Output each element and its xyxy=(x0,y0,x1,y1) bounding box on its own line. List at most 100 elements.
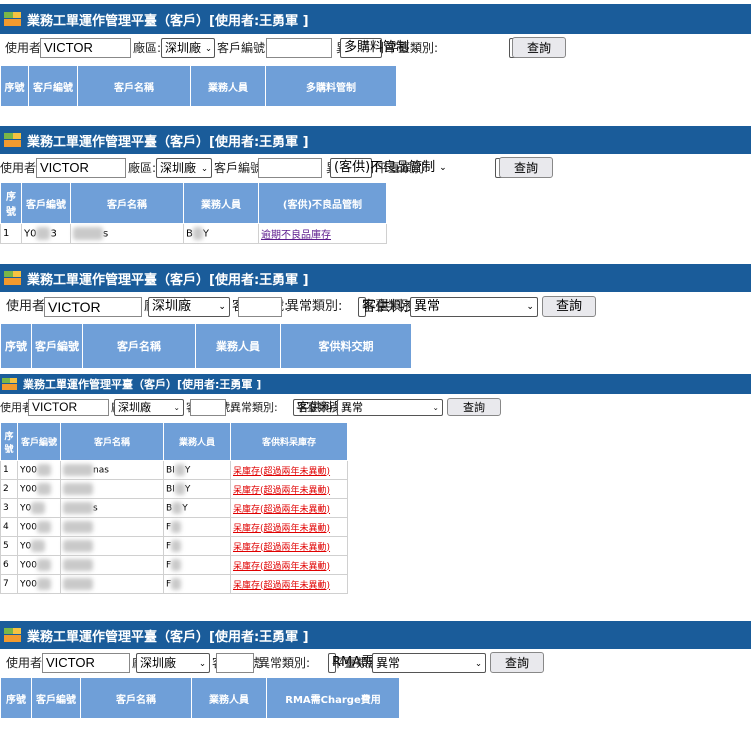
exception-detail-link[interactable]: 呆庫存(超過兩年未異動) xyxy=(233,524,330,534)
customer-no-input[interactable] xyxy=(190,399,226,416)
query-button[interactable]: 查詢 xyxy=(512,37,566,58)
factory-select[interactable]: 深圳廠 ⌄ xyxy=(136,653,210,673)
exception-link-cell: 呆庫存(超過兩年未異動) xyxy=(230,574,348,594)
page-title: 業務工單運作管理平臺（客戶）[使用者:王勇軍 ] xyxy=(27,13,309,29)
result-table: 序號 客戶編號 客戶名稱 業務人員 客供料交期 xyxy=(0,323,412,369)
customer-no-prefix: Y00 xyxy=(20,484,37,495)
user-input[interactable]: VICTOR xyxy=(42,653,130,673)
table-row[interactable]: 2 Y00 BI Y 呆庫存(超過兩年未異動) xyxy=(0,479,348,499)
page-title: 業務工單運作管理平臺（客戶）[使用者:王勇軍 ] xyxy=(27,629,309,645)
redacted-block xyxy=(174,483,185,495)
sales-person-cell: F xyxy=(163,574,231,594)
table-header-row: 序號 客戶編號 客戶名稱 業務人員 客供料呆庫存 xyxy=(0,422,348,461)
table-row[interactable]: 4 Y00 F 呆庫存(超過兩年未異動) xyxy=(0,517,348,537)
exception-detail-link[interactable]: 逾期不良品庫存 xyxy=(261,230,331,241)
table-row[interactable]: 3 Y0 s B Y 呆庫存(超過兩年未異動) xyxy=(0,498,348,518)
customer-name-cell: nas xyxy=(60,460,164,480)
exception-select[interactable]: 多購料管制 ⌄ xyxy=(340,38,421,58)
row-number: 7 xyxy=(0,574,18,594)
query-button[interactable]: 查詢 xyxy=(499,157,553,178)
chevron-down-icon: ⌄ xyxy=(198,658,206,668)
platform-select[interactable]: 異常 ⌄ xyxy=(337,399,443,416)
customer-no-prefix: Y00 xyxy=(20,522,37,533)
platform-select[interactable]: 異常 ⌄ xyxy=(372,653,486,673)
row-number: 1 xyxy=(0,460,18,480)
user-input[interactable]: VICTOR xyxy=(44,297,142,317)
customer-name-cell xyxy=(60,479,164,499)
column-header: 序號 xyxy=(0,65,29,107)
result-table: 序號 客戶編號 客戶名稱 業務人員 多購料管制 xyxy=(0,65,397,107)
row-number: 5 xyxy=(0,536,18,556)
customer-no-input[interactable] xyxy=(216,653,254,673)
column-header: 客戶名稱 xyxy=(70,182,184,224)
customer-name-cell: s xyxy=(70,223,184,244)
factory-select[interactable]: 深圳廠 ⌄ xyxy=(114,399,184,416)
column-header: 客供料交期 xyxy=(280,323,412,369)
user-input[interactable]: VICTOR xyxy=(28,399,109,416)
user-input[interactable]: VICTOR xyxy=(40,38,131,58)
table-row[interactable]: 1 Y0 3 s B Y 逾期不良品庫存 xyxy=(0,223,387,244)
factory-select[interactable]: 深圳廠 ⌄ xyxy=(148,297,230,317)
customer-no-cell: Y00 xyxy=(17,517,61,537)
redacted-block xyxy=(63,578,93,590)
chevron-down-icon: ⌄ xyxy=(432,403,439,412)
customer-no-prefix: Y0 xyxy=(20,541,32,552)
customer-no-input[interactable] xyxy=(258,158,322,178)
factory-select[interactable]: 深圳廠 ⌄ xyxy=(156,158,212,178)
table-row[interactable]: 5 Y0 F 呆庫存(超過兩年未異動) xyxy=(0,536,348,556)
table-row[interactable]: 7 Y00 F 呆庫存(超過兩年未異動) xyxy=(0,574,348,594)
customer-no-cell: Y00 xyxy=(17,574,61,594)
exception-link-cell: 呆庫存(超過兩年未異動) xyxy=(230,555,348,575)
user-label: 使用者: xyxy=(0,161,41,175)
customer-no-cell: Y00 xyxy=(17,555,61,575)
customer-no-cell: Y0 3 xyxy=(21,223,71,244)
row-number: 3 xyxy=(0,498,18,518)
chevron-down-icon: ⌄ xyxy=(218,302,226,312)
row-number: 1 xyxy=(0,223,22,244)
customer-name-suffix: s xyxy=(93,503,98,514)
sales-suffix: Y xyxy=(184,465,191,476)
title-bar: 業務工單運作管理平臺（客戶）[使用者:王勇軍 ] xyxy=(0,126,751,154)
result-table: 序號 客戶編號 客戶名稱 業務人員 RMA需Charge費用 xyxy=(0,677,400,719)
customer-no-cell: Y00 xyxy=(17,479,61,499)
customer-no-cell: Y0 xyxy=(17,498,61,518)
user-input[interactable]: VICTOR xyxy=(36,158,126,178)
exception-link-cell: 呆庫存(超過兩年未異動) xyxy=(230,517,348,537)
customer-no-prefix: Y00 xyxy=(20,465,37,476)
query-button[interactable]: 查詢 xyxy=(490,652,544,673)
exception-detail-link[interactable]: 呆庫存(超過兩年未異動) xyxy=(233,581,330,591)
exception-select[interactable]: (客供)不良品管制 ⌄ xyxy=(330,158,447,178)
column-header: 客供料呆庫存 xyxy=(230,422,348,461)
column-header: 業務人員 xyxy=(191,677,267,719)
table-row[interactable]: 1 Y00 nas BI Y 呆庫存(超過兩年未異動) xyxy=(0,460,348,480)
redacted-block xyxy=(172,502,183,514)
platform-label: 平臺類別: xyxy=(386,41,439,55)
sales-person-cell: F xyxy=(163,536,231,556)
customer-no-input[interactable] xyxy=(238,297,282,317)
title-bar: 業務工單運作管理平臺（客戶）[使用者:王勇軍 ] xyxy=(0,4,751,34)
customer-no-input[interactable] xyxy=(266,38,332,58)
app-logo-icon xyxy=(4,12,21,26)
filter-row: 使用者:VICTOR廠區:深圳廠⌄客戶編號:異常類別:(客供)不良品管制⌄平臺類… xyxy=(0,157,751,178)
exception-detail-link[interactable]: 呆庫存(超過兩年未異動) xyxy=(233,467,330,477)
customer-no-prefix: Y0 xyxy=(20,503,32,514)
customer-no-cell: Y00 xyxy=(17,460,61,480)
chevron-down-icon: ⌄ xyxy=(173,403,180,412)
customer-no-prefix: Y00 xyxy=(20,579,37,590)
exception-detail-link[interactable]: 呆庫存(超過兩年未異動) xyxy=(233,543,330,553)
platform-select[interactable]: 異常 ⌄ xyxy=(410,297,538,317)
factory-select[interactable]: 深圳廠 ⌄ xyxy=(161,38,215,58)
platform-select-value: 異常 xyxy=(414,299,441,314)
sales-person-cell: F xyxy=(163,517,231,537)
exception-detail-link[interactable]: 呆庫存(超過兩年未異動) xyxy=(233,505,330,515)
exception-detail-link[interactable]: 呆庫存(超過兩年未異動) xyxy=(233,486,330,496)
chevron-down-icon: ⌄ xyxy=(526,302,534,312)
query-button[interactable]: 查詢 xyxy=(447,398,501,416)
table-row[interactable]: 6 Y00 F 呆庫存(超過兩年未異動) xyxy=(0,555,348,575)
query-button[interactable]: 查詢 xyxy=(542,296,596,317)
filter-row: 使用者:VICTOR廠區:深圳廠⌄客戶編號:異常類別:客供料呆庫存⌄平臺類別:異… xyxy=(0,398,751,416)
exception-link-cell: 呆庫存(超過兩年未異動) xyxy=(230,460,348,480)
exception-detail-link[interactable]: 呆庫存(超過兩年未異動) xyxy=(233,562,330,572)
factory-select-value: 深圳廠 xyxy=(152,299,192,314)
redacted-block xyxy=(36,483,51,495)
